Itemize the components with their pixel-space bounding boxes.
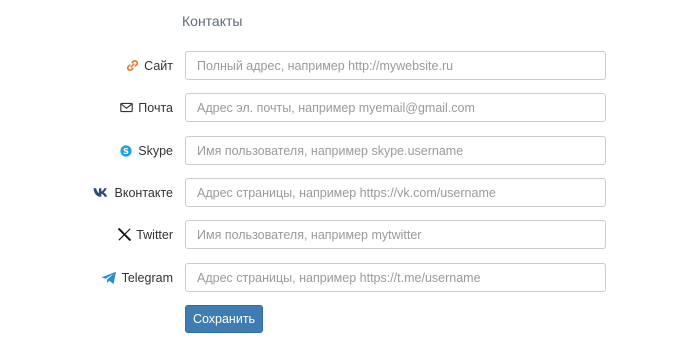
field-label-text: Twitter xyxy=(136,227,173,242)
field-row-twitter: Twitter xyxy=(0,220,700,249)
field-label-text: Вконтакте xyxy=(114,185,173,200)
field-label-telegram: Telegram xyxy=(101,263,173,292)
telegram-page-input[interactable] xyxy=(185,263,606,292)
section-title: Контакты xyxy=(182,13,243,29)
svg-text:S: S xyxy=(123,146,129,156)
field-label-text: Telegram xyxy=(121,270,173,285)
x-icon xyxy=(117,228,131,242)
field-label-twitter: Twitter xyxy=(117,220,173,249)
envelope-icon xyxy=(119,101,133,115)
field-label-skype: S Skype xyxy=(119,136,173,165)
field-row-email: Почта xyxy=(0,93,700,122)
field-row-telegram: Telegram xyxy=(0,263,700,292)
link-icon xyxy=(125,59,139,73)
contacts-form: Контакты Сайт Полный адрес, например htt… xyxy=(0,0,700,343)
field-label-text: Сайт xyxy=(144,58,173,73)
skype-username-input[interactable] xyxy=(185,136,606,165)
save-button[interactable]: Сохранить xyxy=(185,305,263,333)
site-url-input[interactable] xyxy=(185,51,606,80)
vk-page-input[interactable] xyxy=(185,178,606,207)
field-row-skype: S Skype xyxy=(0,136,700,165)
twitter-username-input[interactable] xyxy=(185,220,606,249)
field-row-site: Сайт xyxy=(0,51,700,80)
field-label-email: Почта xyxy=(119,93,173,122)
field-label-text: Почта xyxy=(138,100,173,115)
skype-icon: S xyxy=(119,144,133,158)
email-input[interactable] xyxy=(185,93,606,122)
vk-icon xyxy=(92,186,110,200)
field-label-vk: Вконтакте xyxy=(92,178,173,207)
field-label-site: Сайт xyxy=(125,51,173,80)
field-label-text: Skype xyxy=(138,143,173,158)
telegram-icon xyxy=(101,271,117,285)
field-row-vk: Вконтакте xyxy=(0,178,700,207)
